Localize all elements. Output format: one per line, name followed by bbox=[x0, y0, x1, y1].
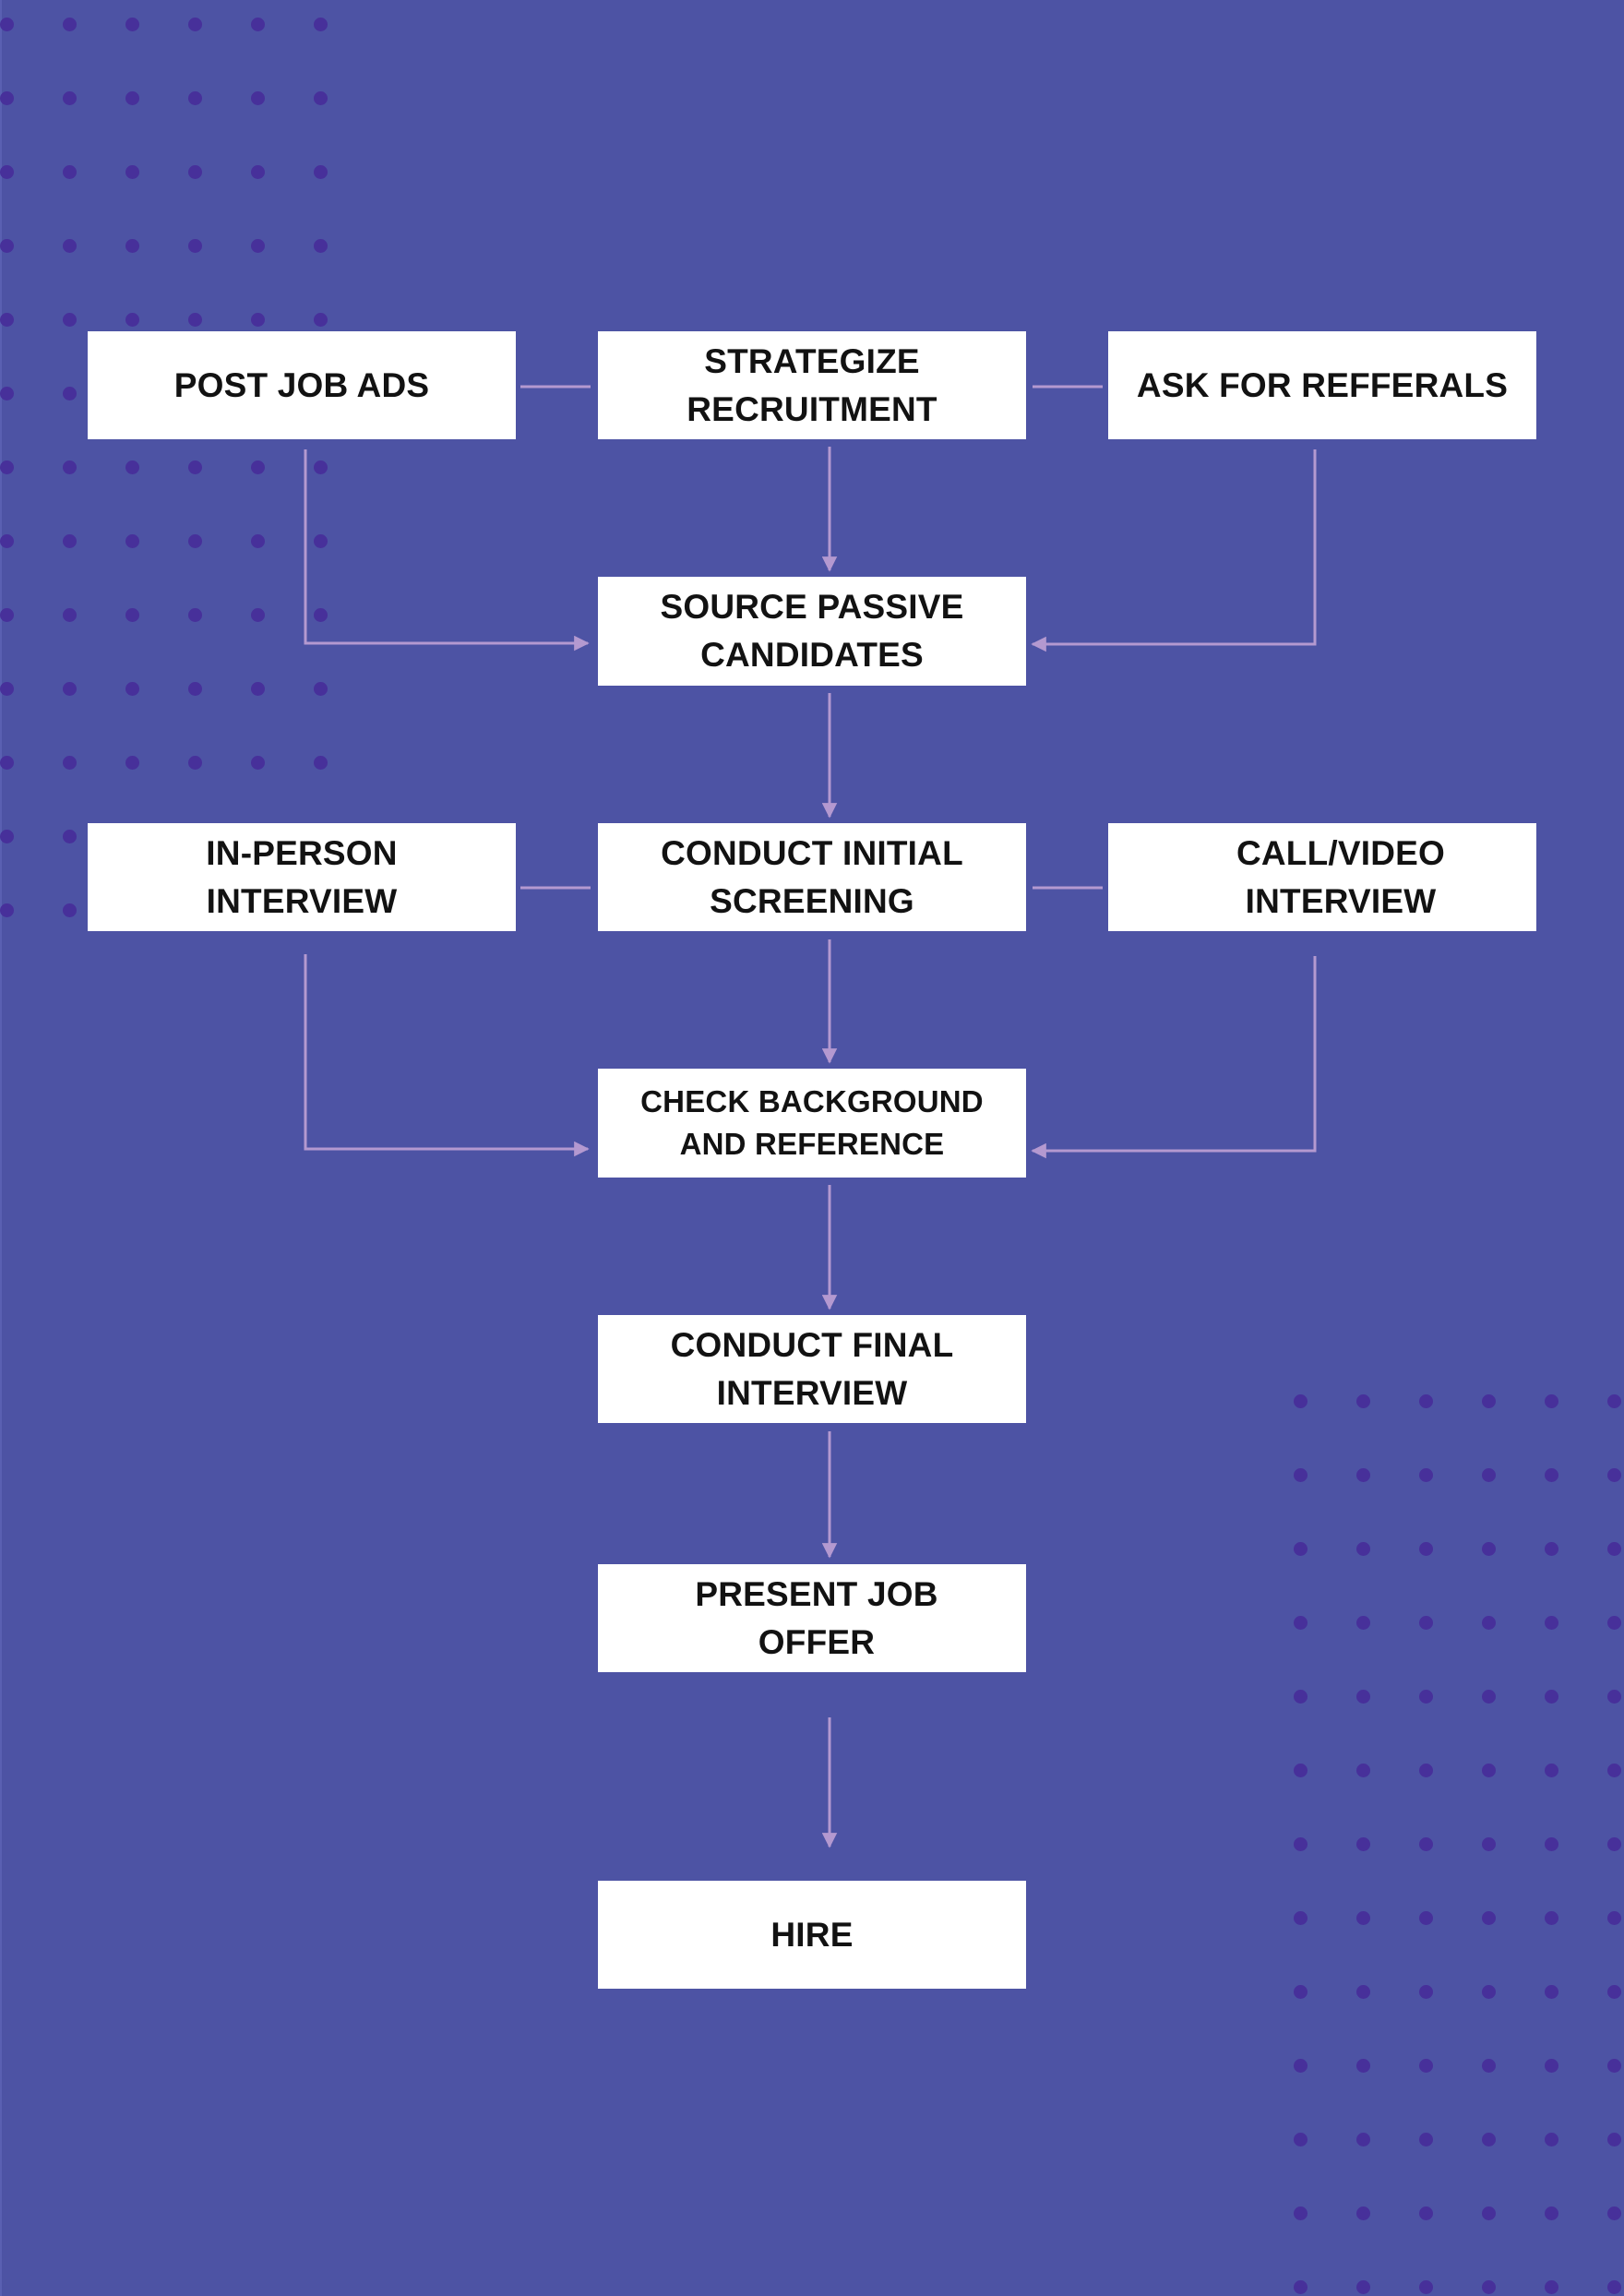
node-label: CONDUCT FINAL INTERVIEW bbox=[670, 1325, 954, 1412]
node-post-job-ads: POST JOB ADS bbox=[88, 331, 516, 439]
node-hire: HIRE bbox=[598, 1881, 1026, 1989]
arrow-referrals-to-source bbox=[1031, 449, 1317, 652]
node-label: ASK FOR REFFERALS bbox=[1136, 365, 1509, 404]
node-source-passive-candidates: SOURCE PASSIVE CANDIDATES bbox=[598, 577, 1026, 686]
node-strategize-recruitment: STRATEGIZE RECRUITMENT bbox=[598, 331, 1026, 439]
arrow-call-video-to-background bbox=[1031, 956, 1317, 1159]
node-present-job-offer: PRESENT JOB OFFER bbox=[598, 1564, 1026, 1672]
node-conduct-initial-screening: CONDUCT INITIAL SCREENING bbox=[598, 823, 1026, 931]
node-in-person-interview: IN-PERSON INTERVIEW bbox=[88, 823, 516, 931]
node-call-video-interview: CALL/VIDEO INTERVIEW bbox=[1108, 823, 1536, 931]
node-label: CHECK BACKGROUND AND REFERENCE bbox=[640, 1084, 984, 1161]
node-label: HIRE bbox=[770, 1915, 854, 1954]
node-label: CALL/VIDEO INTERVIEW bbox=[1236, 833, 1446, 920]
arrow-post-job-ads-to-source bbox=[304, 449, 590, 652]
node-ask-for-referrals: ASK FOR REFFERALS bbox=[1108, 331, 1536, 439]
node-label: STRATEGIZE RECRUITMENT bbox=[687, 341, 937, 428]
arrow-in-person-to-background bbox=[304, 954, 590, 1157]
node-label: SOURCE PASSIVE CANDIDATES bbox=[660, 588, 964, 674]
node-check-background: CHECK BACKGROUND AND REFERENCE bbox=[598, 1069, 1026, 1178]
flowchart-canvas: POST JOB ADS STRATEGIZE RECRUITMENT ASK … bbox=[0, 0, 1624, 2296]
node-label: IN-PERSON INTERVIEW bbox=[206, 833, 398, 920]
node-label: POST JOB ADS bbox=[173, 365, 430, 404]
node-conduct-final-interview: CONDUCT FINAL INTERVIEW bbox=[598, 1315, 1026, 1423]
node-label: CONDUCT INITIAL SCREENING bbox=[661, 833, 963, 920]
node-label: PRESENT JOB OFFER bbox=[695, 1574, 938, 1661]
